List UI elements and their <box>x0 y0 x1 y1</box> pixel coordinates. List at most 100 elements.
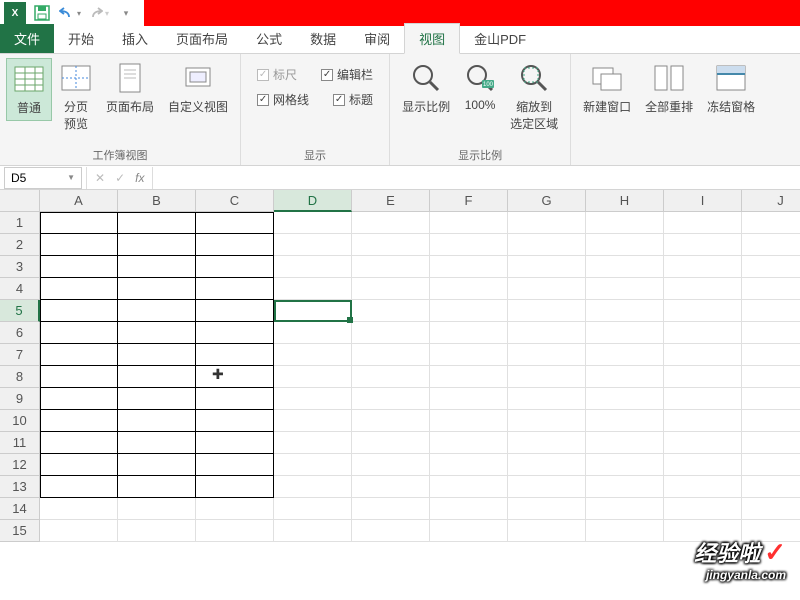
cell[interactable] <box>430 300 508 322</box>
cell[interactable] <box>508 300 586 322</box>
cell[interactable] <box>508 366 586 388</box>
tab-review[interactable]: 审阅 <box>350 24 404 53</box>
cell[interactable] <box>664 432 742 454</box>
cell[interactable] <box>508 344 586 366</box>
cell[interactable] <box>274 344 352 366</box>
cell[interactable] <box>196 476 274 498</box>
formula-bar-checkbox[interactable]: ✓编辑栏 <box>321 66 373 83</box>
tab-pdf[interactable]: 金山PDF <box>460 24 540 53</box>
cell[interactable] <box>352 498 430 520</box>
zoom-to-selection-button[interactable]: 缩放到 选定区域 <box>504 58 564 136</box>
tab-view[interactable]: 视图 <box>404 23 460 54</box>
pagebreak-preview-button[interactable]: 分页 预览 <box>54 58 98 136</box>
tab-insert[interactable]: 插入 <box>108 24 162 53</box>
cell[interactable] <box>352 476 430 498</box>
cell[interactable] <box>586 498 664 520</box>
column-header[interactable]: E <box>352 190 430 212</box>
cell[interactable] <box>742 322 800 344</box>
cell[interactable] <box>352 410 430 432</box>
tab-page-layout[interactable]: 页面布局 <box>162 24 242 53</box>
row-header[interactable]: 4 <box>0 278 40 300</box>
pagelayout-view-button[interactable]: 页面布局 <box>100 58 160 119</box>
cell[interactable] <box>196 322 274 344</box>
row-header[interactable]: 12 <box>0 454 40 476</box>
cell[interactable] <box>742 476 800 498</box>
cell[interactable] <box>664 498 742 520</box>
cell[interactable] <box>664 278 742 300</box>
cell[interactable] <box>742 278 800 300</box>
cell[interactable] <box>274 498 352 520</box>
row-header[interactable]: 5 <box>0 300 40 322</box>
fx-icon[interactable]: fx <box>135 171 144 185</box>
cell[interactable] <box>742 300 800 322</box>
cell[interactable] <box>742 432 800 454</box>
tab-file[interactable]: 文件 <box>0 24 54 53</box>
cell[interactable] <box>40 234 118 256</box>
formula-input[interactable] <box>153 167 800 189</box>
cell[interactable] <box>430 498 508 520</box>
cell[interactable] <box>274 322 352 344</box>
cell[interactable] <box>664 256 742 278</box>
cell[interactable] <box>586 234 664 256</box>
row-header[interactable]: 9 <box>0 388 40 410</box>
freeze-panes-button[interactable]: 冻结窗格 <box>701 58 761 119</box>
cell[interactable] <box>664 322 742 344</box>
row-header[interactable]: 6 <box>0 322 40 344</box>
row-header[interactable]: 8 <box>0 366 40 388</box>
cell[interactable] <box>118 256 196 278</box>
cell[interactable] <box>40 388 118 410</box>
tab-home[interactable]: 开始 <box>54 24 108 53</box>
cell[interactable] <box>430 366 508 388</box>
cell[interactable] <box>508 454 586 476</box>
save-button[interactable] <box>30 1 54 25</box>
arrange-all-button[interactable]: 全部重排 <box>639 58 699 119</box>
cell[interactable] <box>430 432 508 454</box>
cell[interactable] <box>196 278 274 300</box>
cell[interactable] <box>664 300 742 322</box>
cell[interactable] <box>118 322 196 344</box>
cell[interactable] <box>118 410 196 432</box>
undo-button[interactable]: ▾ <box>58 1 82 25</box>
column-header[interactable]: G <box>508 190 586 212</box>
cell[interactable] <box>586 476 664 498</box>
cell[interactable] <box>586 256 664 278</box>
cell[interactable] <box>742 256 800 278</box>
spreadsheet-grid[interactable]: A B C D E F G H I J 1 2 3 4 5 6 7 8 9 10… <box>0 190 800 600</box>
row-header[interactable]: 14 <box>0 498 40 520</box>
cell[interactable] <box>196 344 274 366</box>
zoom-100-button[interactable]: 100 100% <box>458 58 502 116</box>
cell[interactable] <box>196 300 274 322</box>
cell[interactable] <box>430 454 508 476</box>
cell[interactable] <box>586 344 664 366</box>
cell[interactable] <box>586 410 664 432</box>
cell[interactable] <box>196 498 274 520</box>
cell[interactable] <box>196 212 274 234</box>
redo-button[interactable]: ▾ <box>86 1 110 25</box>
cell[interactable] <box>118 388 196 410</box>
new-window-button[interactable]: 新建窗口 <box>577 58 637 119</box>
cell[interactable] <box>196 410 274 432</box>
column-header[interactable]: J <box>742 190 800 212</box>
cell[interactable] <box>664 344 742 366</box>
cell[interactable] <box>196 454 274 476</box>
cell[interactable] <box>430 520 508 542</box>
cell[interactable] <box>586 432 664 454</box>
cell[interactable] <box>430 344 508 366</box>
column-header[interactable]: I <box>664 190 742 212</box>
cell[interactable] <box>274 388 352 410</box>
zoom-button[interactable]: 显示比例 <box>396 58 456 119</box>
cell[interactable] <box>352 366 430 388</box>
cells-area[interactable] <box>40 212 800 542</box>
gridlines-checkbox[interactable]: ✓网格线 <box>257 91 309 108</box>
cell[interactable] <box>586 520 664 542</box>
cell[interactable] <box>352 212 430 234</box>
cell[interactable] <box>508 476 586 498</box>
cell[interactable] <box>118 278 196 300</box>
cell[interactable] <box>742 212 800 234</box>
cell[interactable] <box>40 344 118 366</box>
cell[interactable] <box>352 388 430 410</box>
tab-data[interactable]: 数据 <box>296 24 350 53</box>
row-header[interactable]: 1 <box>0 212 40 234</box>
cell[interactable] <box>508 498 586 520</box>
column-header[interactable]: C <box>196 190 274 212</box>
